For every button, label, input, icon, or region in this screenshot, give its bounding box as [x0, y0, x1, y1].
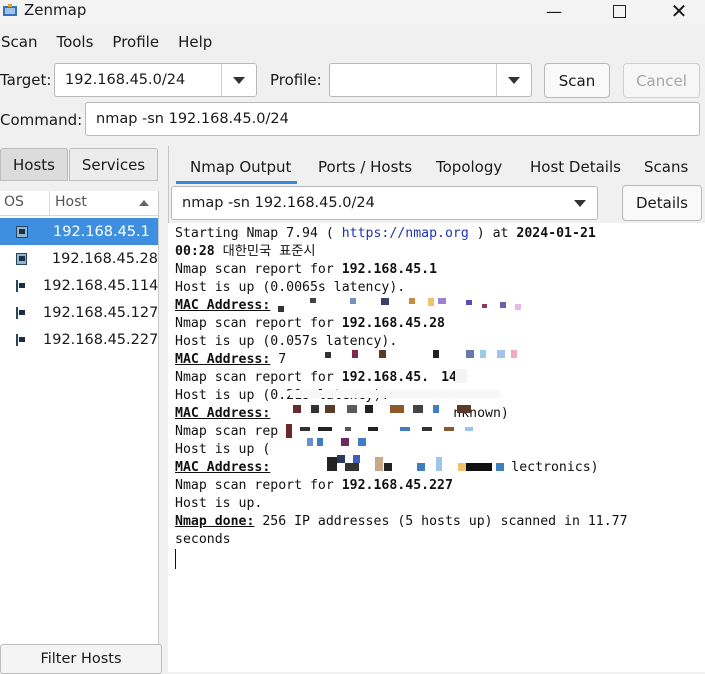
- host-ip: 192.168.45.227: [43, 331, 159, 348]
- output-host-ip: 192.168.45.227: [341, 478, 453, 493]
- host-list: OS Host 192.168.45.1 192.168.45.28 192.1…: [0, 191, 159, 651]
- os-unknown-icon: [16, 333, 25, 346]
- output-host-ip: 192.168.45.28: [341, 316, 445, 331]
- hosts-pane: Hosts Services OS Host 192.168.45.1 192.…: [0, 144, 162, 672]
- output-done-text: 256 IP addresses (5 hosts up) scanned in…: [254, 514, 628, 529]
- chevron-down-icon: [508, 76, 520, 84]
- scan-button[interactable]: Scan: [544, 63, 610, 98]
- tab-hosts[interactable]: Hosts: [0, 148, 68, 181]
- window-title: Zenmap: [24, 1, 87, 19]
- scan-command-dropdown[interactable]: [563, 187, 597, 219]
- output-time: 00:28: [175, 244, 215, 259]
- tab-host-details[interactable]: Host Details: [530, 158, 621, 184]
- output-report-prefix: Nmap scan report for: [175, 370, 342, 385]
- tab-services[interactable]: Services: [69, 148, 158, 181]
- scan-command-value: nmap -sn 192.168.45.0/24: [182, 195, 375, 211]
- text-cursor: [175, 549, 176, 569]
- host-ip: 192.168.45.127: [43, 304, 159, 321]
- output-report-prefix: Nmap scan report for: [175, 316, 342, 331]
- output-host-ip: 192.168.45.1: [341, 262, 438, 277]
- filter-hosts-button[interactable]: Filter Hosts: [0, 644, 162, 674]
- output-host-status-partial: Host is up (: [175, 442, 271, 457]
- target-dropdown-button[interactable]: [221, 64, 256, 96]
- host-ip: 192.168.45.114: [43, 277, 159, 294]
- output-report-prefix: Nmap scan report for: [175, 478, 342, 493]
- cancel-button[interactable]: Cancel: [623, 63, 700, 98]
- zenmap-app-icon: [3, 4, 17, 16]
- target-label: Target:: [0, 71, 52, 89]
- output-mac-label: MAC Address:: [175, 406, 271, 421]
- output-host-ip-partial: 192.168.45.: [341, 370, 430, 385]
- output-url-link[interactable]: https://nmap.org: [342, 226, 469, 241]
- output-start: Starting Nmap 7.94 (: [175, 226, 342, 241]
- os-unknown-icon: [16, 252, 27, 265]
- output-timezone: 대한민국 표준시: [214, 244, 316, 259]
- output-host-status: Host is up (0.057s latency).: [175, 334, 398, 349]
- host-row[interactable]: 192.168.45.114: [0, 272, 158, 299]
- active-tab-indicator: [176, 181, 297, 184]
- chevron-down-icon: [574, 199, 586, 207]
- output-at: ) at: [468, 226, 517, 241]
- output-mac-label: MAC Address:: [175, 460, 271, 475]
- command-label: Command:: [0, 111, 83, 129]
- output-mac-partial: 7: [270, 352, 287, 367]
- menu-scan[interactable]: Scan: [0, 31, 38, 55]
- menu-bar: Scan Tools Profile Help: [0, 31, 230, 55]
- column-host[interactable]: Host: [55, 194, 87, 210]
- output-done-text-2: seconds: [175, 532, 231, 547]
- profile-combo[interactable]: [329, 63, 532, 97]
- tab-scans[interactable]: Scans: [644, 158, 688, 184]
- scan-command-select[interactable]: nmap -sn 192.168.45.0/24: [171, 186, 598, 220]
- details-button[interactable]: Details: [622, 185, 702, 221]
- sort-ascending-icon: [139, 200, 149, 206]
- output-date: 2024-01-21: [516, 226, 596, 241]
- profile-label: Profile:: [270, 71, 322, 89]
- os-unknown-icon: [16, 225, 28, 238]
- target-combo[interactable]: 192.168.45.0/24: [54, 63, 257, 97]
- column-os[interactable]: OS: [4, 194, 24, 210]
- command-input[interactable]: nmap -sn 192.168.45.0/24: [85, 102, 700, 136]
- maximize-icon[interactable]: [597, 0, 641, 22]
- output-host-status: Host is up.: [175, 496, 263, 511]
- minimize-icon[interactable]: —: [532, 0, 576, 22]
- host-list-header: OS Host: [0, 191, 158, 216]
- output-mac-label: MAC Address:: [175, 352, 271, 367]
- host-row[interactable]: 192.168.45.127: [0, 299, 158, 326]
- output-done-label: Nmap done:: [175, 514, 255, 529]
- output-report-prefix: Nmap scan report for: [175, 262, 342, 277]
- column-divider: [49, 191, 50, 215]
- target-input[interactable]: 192.168.45.0/24: [55, 72, 221, 88]
- host-row[interactable]: 192.168.45.1: [0, 218, 158, 245]
- menu-tools[interactable]: Tools: [55, 31, 94, 55]
- command-value: nmap -sn 192.168.45.0/24: [96, 111, 289, 127]
- profile-dropdown-button[interactable]: [496, 64, 531, 96]
- tab-ports-hosts[interactable]: Ports / Hosts: [318, 158, 412, 184]
- host-ip: 192.168.45.1: [53, 223, 150, 240]
- host-row[interactable]: 192.168.45.227: [0, 326, 158, 353]
- close-icon[interactable]: ✕: [657, 0, 701, 23]
- menu-help[interactable]: Help: [177, 31, 213, 55]
- host-ip: 192.168.45.28: [51, 250, 158, 267]
- host-row[interactable]: 192.168.45.28: [0, 245, 158, 272]
- menu-profile[interactable]: Profile: [111, 31, 160, 55]
- os-unknown-icon: [16, 279, 25, 292]
- output-report-partial: Nmap scan rep: [175, 424, 279, 439]
- output-vendor-tail: lectronics): [511, 460, 599, 475]
- os-unknown-icon: [16, 306, 25, 319]
- output-mac-label: MAC Address:: [175, 298, 271, 313]
- tab-topology[interactable]: Topology: [436, 158, 502, 184]
- chevron-down-icon: [233, 76, 245, 84]
- output-host-status: Host is up (0.0065s latency).: [175, 280, 406, 295]
